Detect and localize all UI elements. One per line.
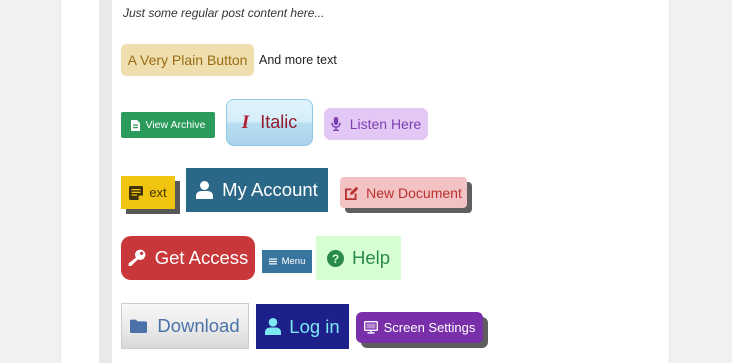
screen-settings-button[interactable]: Screen Settings <box>356 312 483 343</box>
plain-button-label: A Very Plain Button <box>127 52 248 68</box>
post-intro-text: Just some regular post content here... <box>123 6 325 20</box>
download-button[interactable]: Download <box>121 303 249 349</box>
download-label: Download <box>157 315 240 336</box>
plain-button[interactable]: A Very Plain Button <box>121 44 254 76</box>
get-access-button[interactable]: Get Access <box>121 236 255 280</box>
text-button-label: ext <box>149 185 167 200</box>
content-rail <box>99 0 112 363</box>
screen-settings-label: Screen Settings <box>383 320 476 335</box>
archive-icon <box>130 119 140 131</box>
edit-icon <box>345 186 359 200</box>
microphone-icon <box>331 117 341 131</box>
listen-here-button[interactable]: Listen Here <box>324 108 428 140</box>
user-icon <box>196 181 214 199</box>
italic-button[interactable]: I Italic <box>226 99 313 146</box>
text-button[interactable]: ext <box>121 176 175 209</box>
svg-text:?: ? <box>332 251 339 265</box>
monitor-icon <box>363 321 378 334</box>
inline-text: And more text <box>259 53 337 67</box>
login-label: Log in <box>289 315 340 337</box>
help-label: Help <box>351 247 391 268</box>
help-button[interactable]: ? Help <box>316 236 401 280</box>
menu-button[interactable]: Menu <box>262 250 312 273</box>
question-icon: ? <box>326 249 344 267</box>
new-document-label: New Document <box>366 184 462 201</box>
view-archive-label: View Archive <box>145 119 206 131</box>
key-icon <box>128 249 146 267</box>
text-document-icon <box>129 185 144 200</box>
login-button[interactable]: Log in <box>256 304 349 349</box>
menu-label: Menu <box>281 256 306 267</box>
user-icon <box>265 318 282 335</box>
italic-icon: I <box>241 111 250 133</box>
listen-here-label: Listen Here <box>349 116 422 132</box>
view-archive-button[interactable]: View Archive <box>121 112 215 138</box>
folder-icon <box>130 319 148 333</box>
new-document-button[interactable]: New Document <box>340 177 467 208</box>
my-account-button[interactable]: My Account <box>186 168 328 212</box>
italic-label: Italic <box>260 112 298 132</box>
get-access-label: Get Access <box>154 247 249 268</box>
menu-icon <box>268 258 277 265</box>
my-account-label: My Account <box>222 179 318 200</box>
